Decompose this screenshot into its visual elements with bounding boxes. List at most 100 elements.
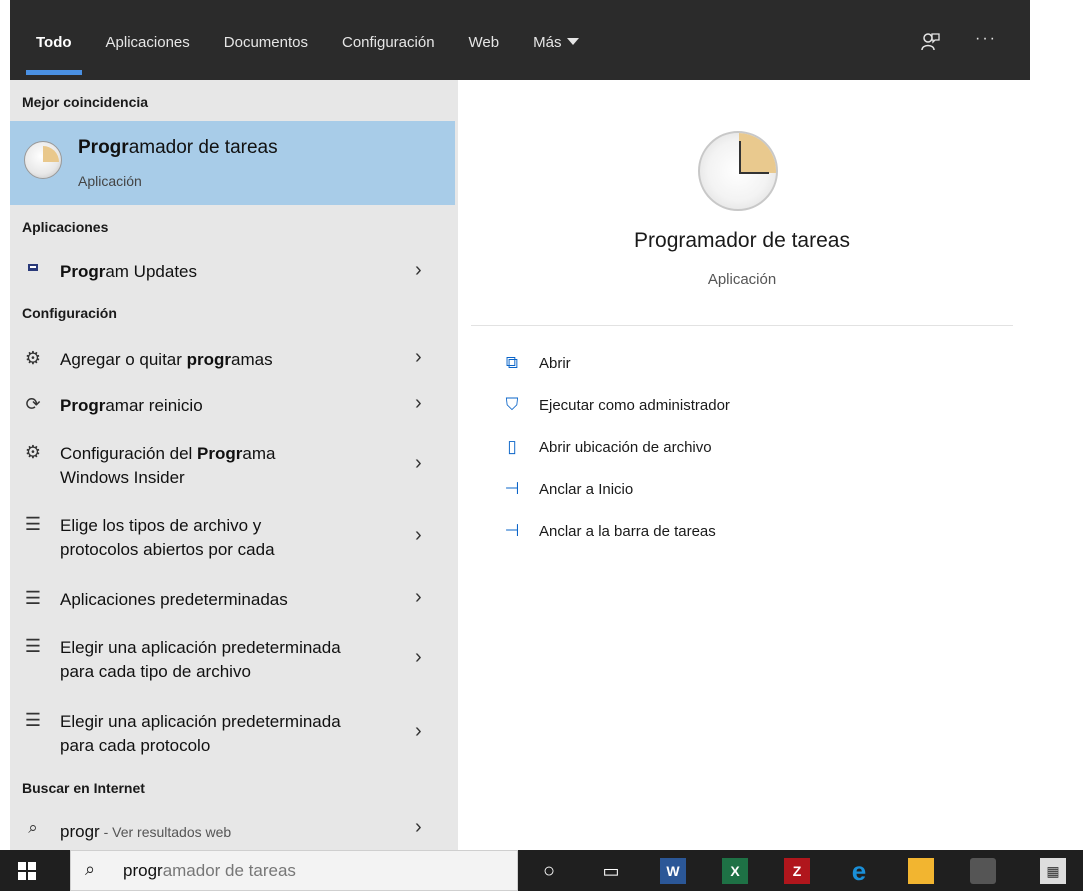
caret-down-icon	[567, 38, 580, 45]
action-label: Anclar a Inicio	[539, 481, 634, 498]
excel-icon[interactable]: X	[722, 858, 748, 884]
apps-header: Aplicaciones	[22, 219, 109, 235]
filezilla-icon[interactable]: Z	[784, 858, 810, 884]
file-location-icon: ▯	[507, 437, 517, 456]
task-scheduler-icon	[698, 131, 778, 211]
chevron-right-icon: ›	[415, 259, 422, 281]
label-line1: Elige los tipos de archivo y	[60, 516, 262, 535]
best-match-item[interactable]: Programador de tareas Aplicación	[10, 121, 455, 205]
windows-search-window: Todo Aplicaciones Documentos Configuraci…	[0, 0, 1083, 891]
list-item-label: Program Updates	[60, 260, 197, 284]
label-line2: para cada protocolo	[60, 736, 211, 755]
label-post: amas	[231, 350, 273, 369]
web-search-header: Buscar en Internet	[22, 780, 145, 796]
results-list: Mejor coincidencia Programador de tareas…	[10, 80, 458, 850]
list-item-agregar-quitar[interactable]: ⚙ Agregar o quitar programas ›	[10, 346, 455, 376]
word-icon[interactable]: W	[660, 858, 686, 884]
list-item-app-por-protocolo[interactable]: ☰ Elegir una aplicación predeterminada pa…	[10, 706, 455, 762]
gear-icon: ⚙	[24, 442, 42, 462]
search-typed: progr	[123, 861, 163, 880]
taskbar-search-input[interactable]: ⌕ programador de tareas	[70, 850, 518, 891]
chevron-right-icon: ›	[415, 646, 422, 668]
list-item-tipos-archivo-protocolos[interactable]: ☰ Elige los tipos de archivo y protocolos…	[10, 510, 455, 566]
chevron-right-icon: ›	[415, 524, 422, 546]
task-scheduler-icon	[24, 141, 62, 179]
list-item-label: Aplicaciones predeterminadas	[60, 590, 288, 609]
list-item-aplicaciones-predeterminadas[interactable]: ☰ Aplicaciones predeterminadas ›	[10, 586, 455, 616]
list-icon: ☰	[24, 588, 42, 608]
list-item-label: Configuración del Programa Windows Inside…	[60, 442, 275, 490]
feedback-icon[interactable]	[920, 32, 940, 57]
web-suffix: - Ver resultados web	[99, 824, 232, 840]
list-item-label: Agregar o quitar programas	[60, 348, 273, 372]
more-options-icon[interactable]: ···	[975, 30, 997, 48]
list-item-app-por-tipo-archivo[interactable]: ☰ Elegir una aplicación predeterminada pa…	[10, 632, 455, 688]
list-item-web-results[interactable]: ⌕ progr - Ver resultados web ›	[10, 816, 455, 846]
list-item-label: Elige los tipos de archivo y protocolos a…	[60, 514, 275, 562]
list-icon: ☰	[24, 514, 42, 534]
best-match-subtitle: Aplicación	[78, 173, 142, 189]
preview-subtitle: Aplicación	[707, 271, 777, 288]
open-icon: ⧉	[505, 353, 519, 372]
chevron-right-icon: ›	[415, 392, 422, 414]
gear-icon: ⚙	[24, 348, 42, 368]
action-label: Abrir ubicación de archivo	[539, 439, 712, 456]
list-icon: ☰	[24, 710, 42, 730]
label-bold: progr	[186, 350, 232, 369]
web-query: progr	[60, 822, 100, 841]
best-match-title: Programador de tareas	[78, 137, 278, 159]
label-line1: Elegir una aplicación predeterminada	[60, 712, 341, 731]
refresh-icon: ⟳	[25, 394, 41, 414]
tab-mas[interactable]: Más	[533, 34, 580, 51]
best-match-header: Mejor coincidencia	[22, 94, 149, 110]
label-bold: Progr	[197, 444, 243, 463]
task-view-icon[interactable]: ▭	[598, 858, 624, 884]
tab-configuracion[interactable]: Configuración	[342, 34, 435, 51]
label-post: ama	[242, 444, 276, 463]
label-bold: Progr	[60, 262, 106, 281]
settings-header: Configuración	[22, 305, 117, 321]
list-item-program-updates[interactable]: Program Updates ›	[10, 256, 455, 292]
pin-icon: ⊣	[504, 521, 520, 540]
filter-tabs: Todo Aplicaciones Documentos Configuraci…	[26, 34, 613, 75]
label-line1: Elegir una aplicación predeterminada	[60, 638, 341, 657]
label-bold: Progr	[60, 396, 106, 415]
program-updates-icon-svg	[28, 264, 38, 271]
label-post: amar reinicio	[105, 396, 203, 415]
taskbar: ⌕ programador de tareas ○ ▭ W X Z e ▦	[0, 850, 1083, 891]
windows-start-icon[interactable]	[18, 862, 36, 880]
search-icon: ⌕	[28, 818, 38, 837]
action-label: Abrir	[539, 355, 571, 372]
divider	[471, 325, 1013, 326]
calculator-icon[interactable]: ▦	[1040, 858, 1066, 884]
chevron-right-icon: ›	[415, 586, 422, 608]
action-label: Anclar a la barra de tareas	[539, 523, 716, 540]
label-pre: Configuración del	[60, 444, 198, 463]
list-item-label: Programar reinicio	[60, 394, 203, 418]
best-match-title-bold: Progr	[78, 137, 129, 158]
label-rest: am Updates	[105, 262, 198, 281]
list-item-label: Elegir una aplicación predeterminada para…	[60, 636, 341, 684]
label-line2: protocolos abiertos por cada	[60, 540, 275, 559]
list-item-programar-reinicio[interactable]: ⟳ Programar reinicio ›	[10, 392, 455, 422]
label-pre: Agregar o quitar	[60, 350, 187, 369]
cortana-icon[interactable]: ○	[536, 858, 562, 884]
label-line2: para cada tipo de archivo	[60, 662, 251, 681]
chevron-right-icon: ›	[415, 816, 422, 838]
feedback-icon-svg	[921, 33, 940, 51]
tab-web[interactable]: Web	[469, 34, 500, 51]
run-as-admin-icon: ⛉	[505, 395, 519, 414]
edge-icon[interactable]: e	[846, 858, 872, 884]
camera-app-icon[interactable]	[970, 858, 996, 884]
preview-pane: Programador de tareas Aplicación ⧉ Abrir…	[471, 95, 1013, 850]
list-item-label: progr - Ver resultados web	[60, 820, 231, 844]
search-icon: ⌕	[85, 859, 96, 879]
preview-title: Programador de tareas	[634, 229, 850, 252]
list-item-label: Elegir una aplicación predeterminada para…	[60, 710, 341, 758]
tab-documentos[interactable]: Documentos	[224, 34, 308, 51]
chevron-right-icon: ›	[415, 720, 422, 742]
file-explorer-icon[interactable]	[908, 858, 934, 884]
tab-aplicaciones[interactable]: Aplicaciones	[106, 34, 190, 51]
list-item-windows-insider[interactable]: ⚙ Configuración del Programa Windows Insi…	[10, 438, 455, 494]
tab-todo[interactable]: Todo	[26, 34, 81, 75]
